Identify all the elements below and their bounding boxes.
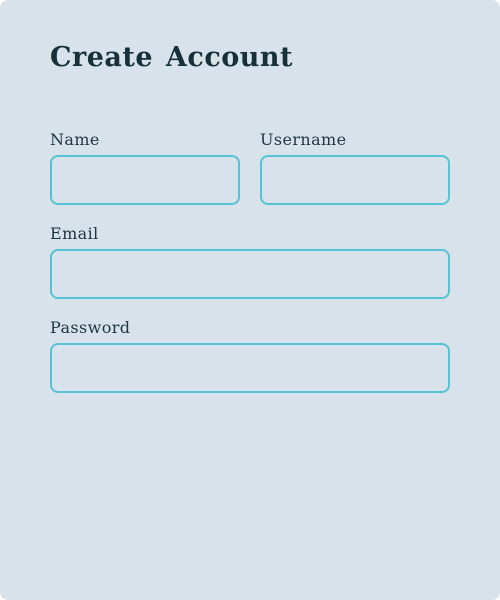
password-row: Password <box>50 319 450 393</box>
password-field-group: Password <box>50 319 450 393</box>
username-field-group: Username <box>260 131 450 205</box>
create-account-card: Create Account Name Username Email Passw… <box>0 0 500 600</box>
username-label: Username <box>260 130 347 149</box>
password-label: Password <box>50 318 131 337</box>
email-field-group: Email <box>50 225 450 299</box>
email-input[interactable] <box>50 249 450 299</box>
name-username-row: Name Username <box>50 131 450 205</box>
email-label: Email <box>50 224 99 243</box>
name-label: Name <box>50 130 100 149</box>
form-title: Create Account <box>50 42 294 73</box>
email-row: Email <box>50 225 450 299</box>
name-input[interactable] <box>50 155 240 205</box>
password-input[interactable] <box>50 343 450 393</box>
name-field-group: Name <box>50 131 240 205</box>
username-input[interactable] <box>260 155 450 205</box>
